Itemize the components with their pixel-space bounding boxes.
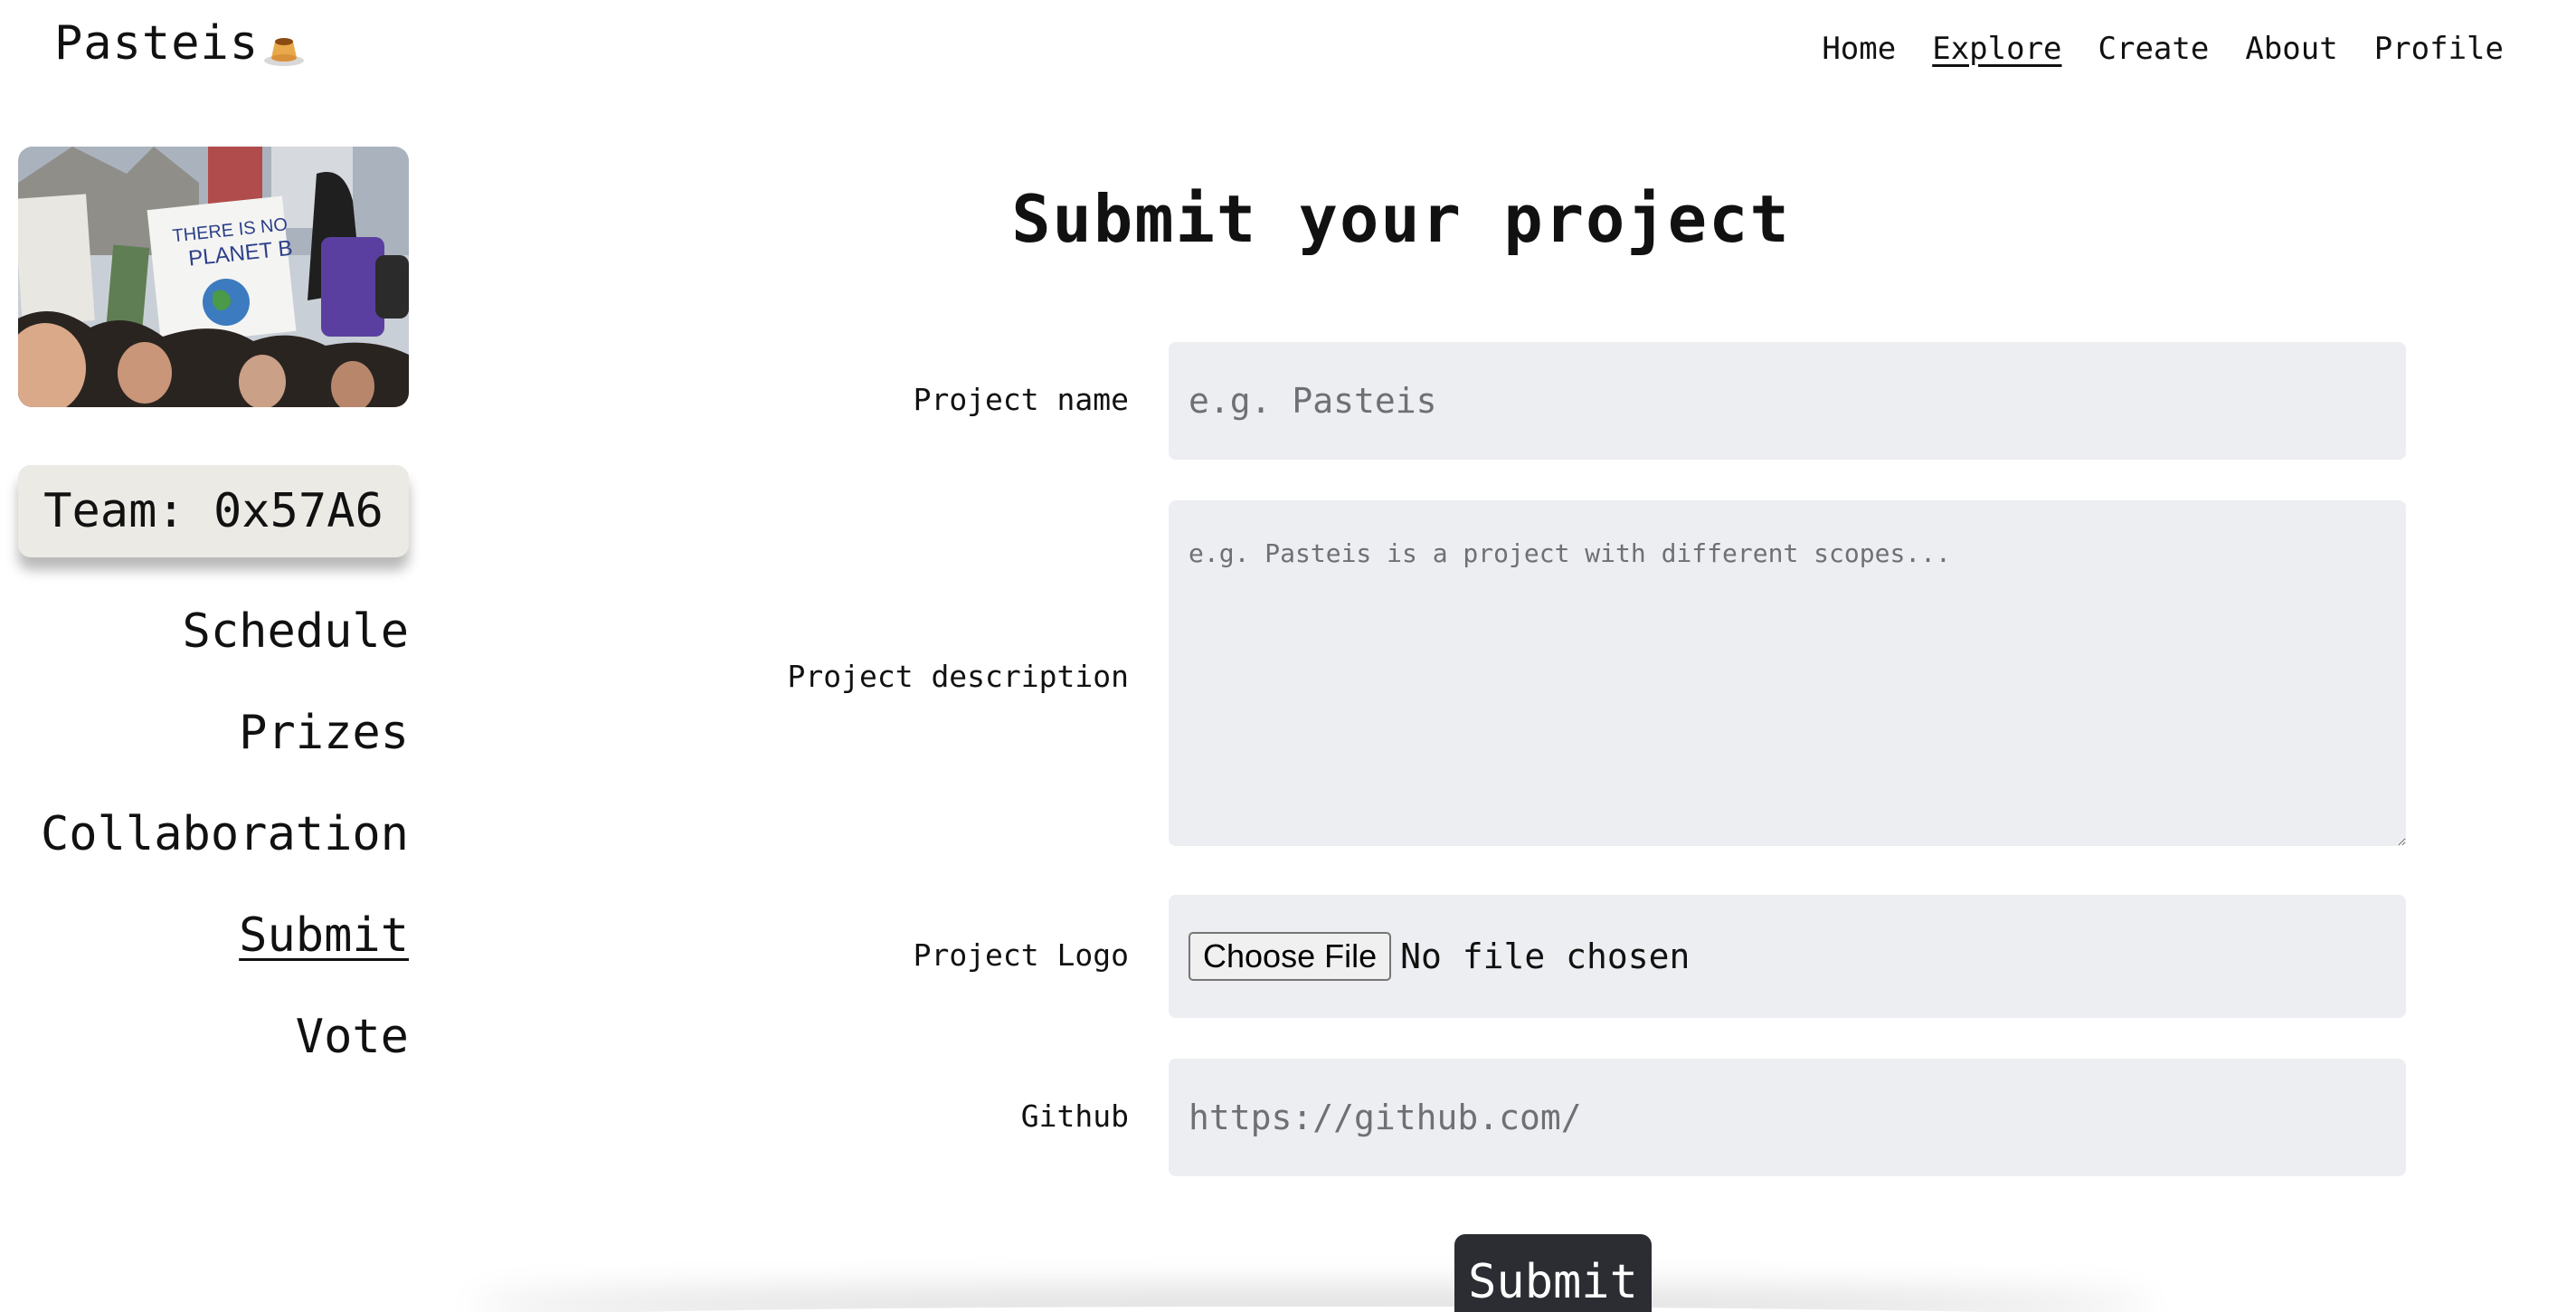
top-nav: Home Explore Create About Profile	[1822, 31, 2504, 67]
sidebar-item-submit[interactable]: Submit	[239, 901, 409, 1003]
project-description-textarea[interactable]	[1169, 500, 2406, 846]
project-logo-file-input: Choose File No file chosen	[1169, 895, 2406, 1018]
project-name-input[interactable]	[1169, 342, 2406, 460]
sidebar-item-collaboration[interactable]: Collaboration	[41, 800, 409, 901]
choose-file-button[interactable]: Choose File	[1189, 932, 1392, 981]
project-name-label: Project name	[913, 382, 1129, 417]
brand-logo[interactable]: Pasteis	[54, 16, 306, 71]
sidebar-item-schedule[interactable]: Schedule	[183, 597, 409, 699]
nav-explore[interactable]: Explore	[1932, 31, 2061, 67]
sidebar-item-prizes[interactable]: Prizes	[239, 699, 409, 800]
footer-shadow	[470, 1307, 2153, 1312]
brand-name: Pasteis	[54, 16, 260, 71]
github-input[interactable]	[1169, 1059, 2406, 1176]
nav-create[interactable]: Create	[2098, 31, 2210, 67]
sidebar-item-vote[interactable]: Vote	[296, 1003, 409, 1104]
nav-profile[interactable]: Profile	[2374, 31, 2504, 67]
team-badge: Team: 0x57A6	[18, 465, 409, 557]
github-label: Github	[1020, 1098, 1129, 1134]
project-description-label: Project description	[787, 659, 1130, 694]
sidebar-menu: Schedule Prizes Collaboration Submit Vot…	[18, 597, 409, 1104]
project-logo-label: Project Logo	[913, 937, 1129, 973]
nav-about[interactable]: About	[2245, 31, 2337, 67]
flan-icon	[264, 38, 305, 66]
submit-button[interactable]: Submit	[1454, 1234, 1652, 1312]
page: Pasteis Home Explore Create About Profil…	[0, 0, 2576, 1312]
file-status: No file chosen	[1400, 936, 1690, 976]
nav-home[interactable]: Home	[1822, 31, 1896, 67]
page-title: Submit your project	[1011, 181, 1791, 257]
